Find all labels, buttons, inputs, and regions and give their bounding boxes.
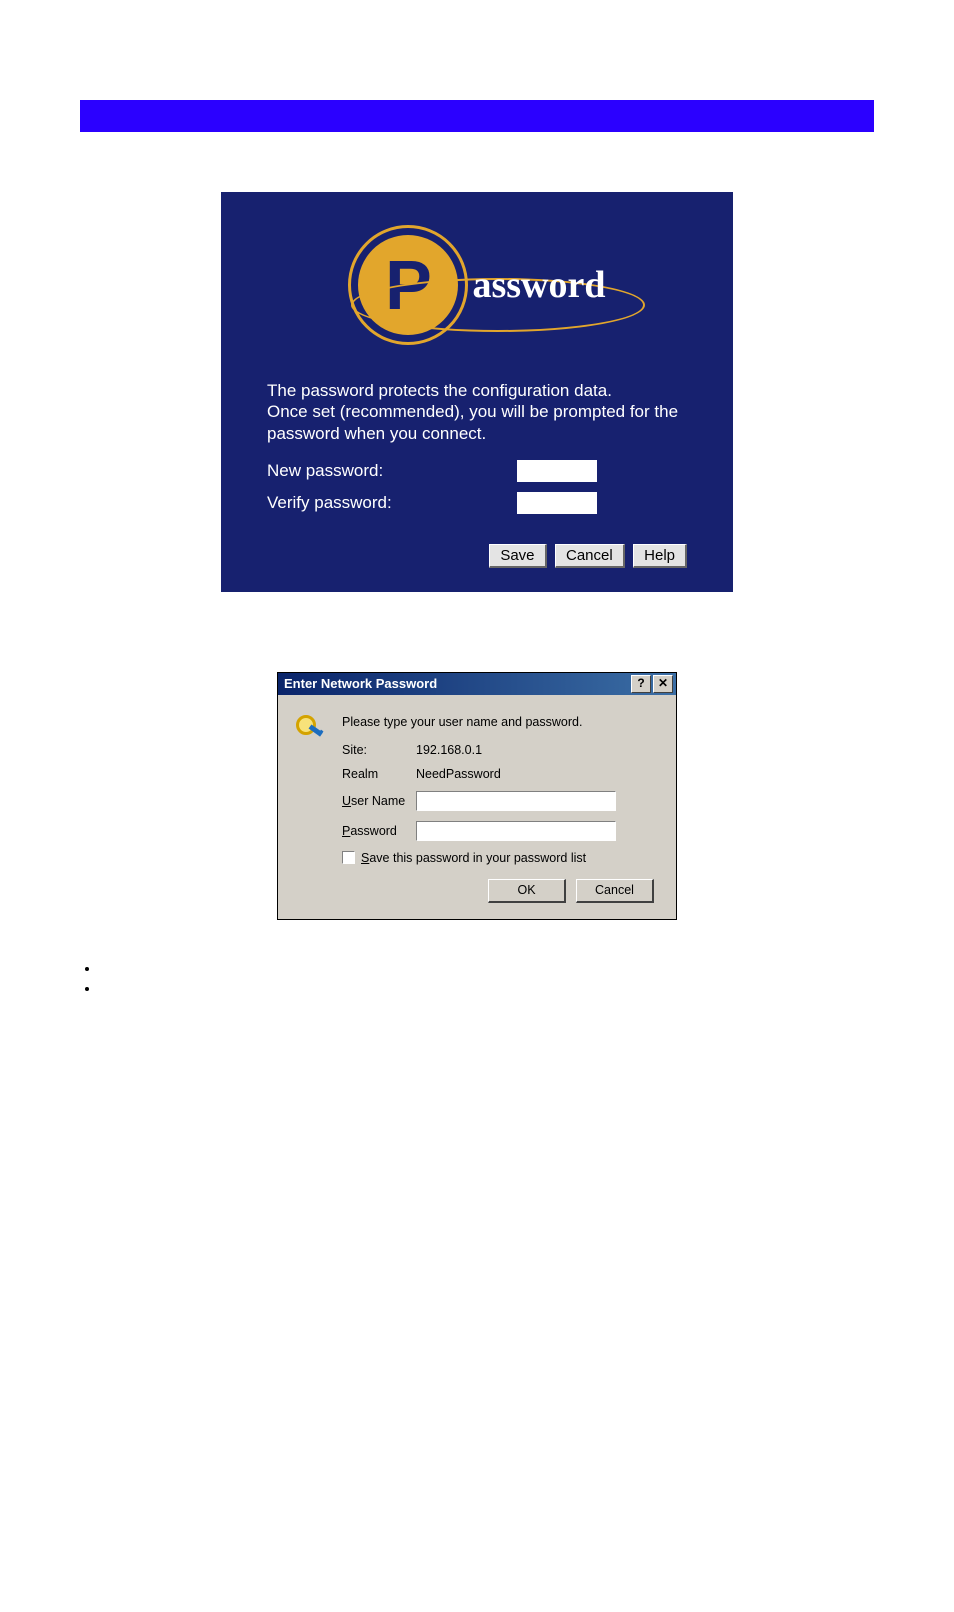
header-bar: [80, 100, 874, 132]
realm-value: NeedPassword: [416, 767, 658, 781]
site-value: 192.168.0.1: [416, 743, 658, 757]
password-logo: P assword: [221, 220, 733, 350]
verify-password-label: Verify password:: [267, 492, 517, 513]
logo-letter: P: [385, 250, 432, 320]
password-panel: P assword The password protects the conf…: [221, 192, 733, 592]
save-button[interactable]: Save: [489, 544, 546, 568]
logo-text: assword: [472, 263, 605, 307]
save-password-checkbox[interactable]: [342, 851, 355, 864]
password-label: Password: [342, 824, 416, 838]
username-input[interactable]: [416, 791, 616, 811]
ok-button[interactable]: OK: [488, 879, 566, 903]
close-icon[interactable]: ✕: [653, 675, 673, 693]
dialog-help-icon[interactable]: ?: [631, 675, 651, 693]
dialog-titlebar: Enter Network Password ? ✕: [278, 673, 676, 695]
realm-label: Realm: [342, 767, 416, 781]
username-label: User Name: [342, 794, 416, 808]
dialog-prompt: Please type your user name and password.: [342, 715, 658, 729]
new-password-input[interactable]: [517, 460, 597, 482]
list-item: [100, 980, 874, 1000]
new-password-label: New password:: [267, 460, 517, 481]
help-button[interactable]: Help: [633, 544, 687, 568]
save-password-label: Save this password in your password list: [361, 851, 586, 865]
dialog-title: Enter Network Password: [284, 676, 437, 691]
list-item: [100, 960, 874, 980]
password-input[interactable]: [416, 821, 616, 841]
key-icon: [296, 715, 324, 743]
verify-password-input[interactable]: [517, 492, 597, 514]
network-password-dialog: Enter Network Password ? ✕ Please type y…: [277, 672, 677, 920]
panel-description: The password protects the configuration …: [267, 380, 687, 444]
cancel-button[interactable]: Cancel: [555, 544, 625, 568]
bullet-list: [80, 960, 874, 1000]
dialog-cancel-button[interactable]: Cancel: [576, 879, 654, 903]
site-label: Site:: [342, 743, 416, 757]
